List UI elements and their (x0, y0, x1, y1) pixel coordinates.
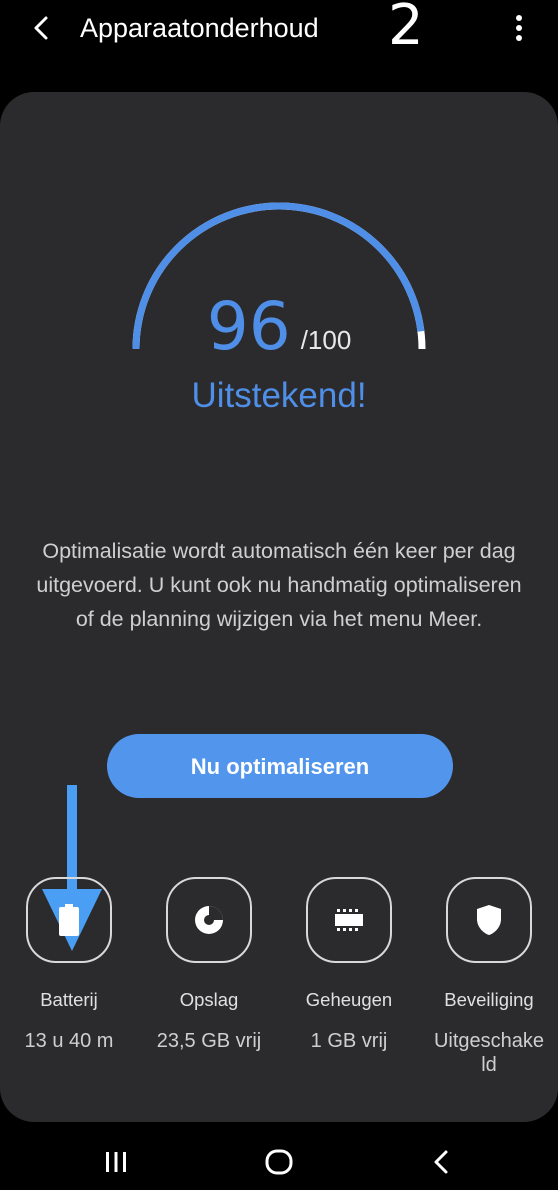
tile-battery[interactable]: Batterij 13 u 40 m (14, 877, 124, 1052)
security-tile-button[interactable] (446, 877, 532, 963)
storage-pie-icon (195, 906, 223, 934)
more-vertical-icon[interactable] (508, 12, 530, 44)
tile-label: Geheugen (305, 989, 393, 1010)
battery-icon (59, 904, 79, 936)
tile-security[interactable]: Beveiliging Uitgeschake ld (434, 877, 544, 1076)
battery-tile-button[interactable] (26, 877, 112, 963)
tile-label: Beveiliging (444, 989, 534, 1010)
optimize-now-button[interactable]: Nu optimaliseren (107, 734, 453, 798)
tile-value: 23,5 GB vrij (156, 1030, 262, 1052)
tile-storage[interactable]: Opslag 23,5 GB vrij (154, 877, 264, 1052)
tile-value: 13 u 40 m (24, 1030, 114, 1052)
tile-label: Opslag (179, 989, 239, 1010)
memory-tile-button[interactable] (306, 877, 392, 963)
memory-chip-icon (335, 909, 363, 931)
home-icon[interactable] (259, 1142, 299, 1182)
tile-value: Uitgeschake ld (433, 1030, 545, 1076)
score-display: 96/100 (0, 288, 558, 365)
back-nav-icon[interactable] (422, 1142, 462, 1182)
optimization-description: Optimalisatie wordt automatisch één keer… (36, 539, 522, 631)
score-max: /100 (300, 325, 352, 355)
tile-memory[interactable]: Geheugen 1 GB vrij (294, 877, 404, 1052)
top-app-bar: Apparaatonderhoud 2 (0, 0, 558, 60)
device-care-card: 96/100 Uitstekend! Optimalisatie wordt a… (0, 92, 558, 1122)
step-number-annotation: 2 (388, 0, 424, 58)
shield-icon (477, 905, 501, 935)
score-value: 96 (206, 288, 291, 365)
score-status: Uitstekend! (191, 376, 367, 415)
tile-value: 1 GB vrij (310, 1030, 388, 1052)
tile-label: Batterij (40, 989, 98, 1010)
page-title: Apparaatonderhoud (80, 13, 319, 43)
storage-tile-button[interactable] (166, 877, 252, 963)
recent-apps-icon[interactable] (96, 1142, 136, 1182)
chevron-left-icon[interactable] (26, 10, 56, 46)
system-navigation-bar (0, 1130, 558, 1190)
